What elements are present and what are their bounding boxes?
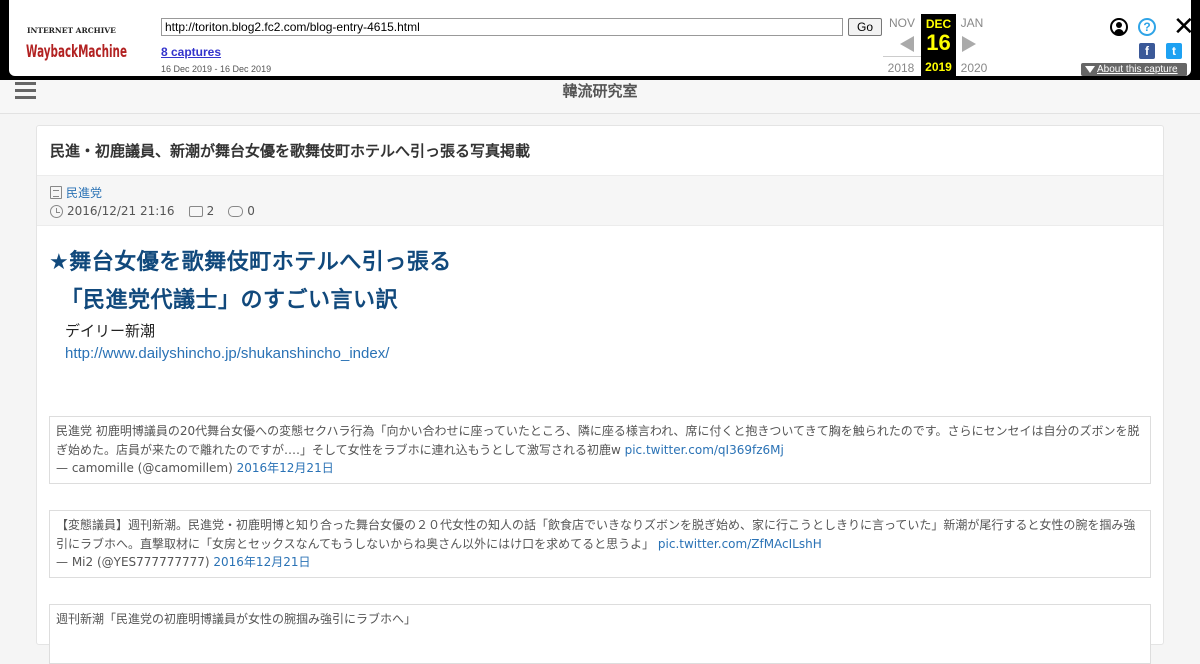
help-icon[interactable]: ? <box>1138 18 1156 36</box>
article: 民進・初鹿議員、新潮が舞台女優を歌舞伎町ホテルへ引っ張る写真掲載 民進党 201… <box>36 125 1164 664</box>
embedded-tweet: 民進党 初鹿明博議員の20代舞台女優への変態セクハラ行為「向かい合わせに座ってい… <box>49 416 1151 484</box>
wayback-url-input[interactable] <box>161 18 843 36</box>
wayback-toolbar-panel: INTERNET ARCHIVE WaybackMachine Go 8 cap… <box>9 0 1195 76</box>
meta-category-row: 民進党 <box>50 184 102 201</box>
comment-icon[interactable] <box>188 205 203 217</box>
embedded-tweet: 週刊新潮「民進党の初鹿明博議員が女性の腕掴み強引にラブホへ」 <box>49 604 1151 664</box>
site-title[interactable]: 韓流研究室 <box>0 80 1200 101</box>
next-capture-arrow-icon[interactable] <box>962 36 976 52</box>
tweet-pic-link[interactable]: pic.twitter.com/qI369fz6Mj <box>625 443 784 457</box>
close-icon[interactable]: ✕ <box>1173 14 1195 40</box>
meta-date-row: 2016/12/21 21:16 2 0 <box>50 204 255 218</box>
facebook-icon[interactable]: f <box>1139 43 1155 59</box>
current-year: 2019 <box>925 60 952 74</box>
subheadline: 「民進党代議士」のすごい言い訳 <box>49 288 399 313</box>
tweet-date-link[interactable]: 2016年12月21日 <box>237 461 334 475</box>
captures-link[interactable]: 8 captures <box>161 45 221 59</box>
prev-month-link[interactable]: NOV <box>882 16 922 30</box>
tweet-author: — camomille (@camomillem) <box>56 461 233 475</box>
twitter-icon[interactable]: t <box>1166 43 1182 59</box>
capture-range: 16 Dec 2019 - 16 Dec 2019 <box>161 64 272 74</box>
embedded-tweet: 【変態議員】週刊新潮。民進党・初鹿明博と知り合った舞台女優の２０代女性の知人の話… <box>49 510 1151 578</box>
user-icon[interactable] <box>1110 18 1128 36</box>
tweet-author: — Mi2 (@YES777777777) <box>56 555 210 569</box>
tweet-text: 民進党 初鹿明博議員の20代舞台女優への変態セクハラ行為「向かい合わせに座ってい… <box>56 424 1140 457</box>
article-meta: 民進党 2016/12/21 21:16 2 0 <box>37 175 1163 226</box>
source-name: デイリー新潮 <box>65 322 156 340</box>
post-date: 2016/12/21 21:16 <box>67 204 175 218</box>
tweet-pic-link[interactable]: pic.twitter.com/ZfMAcILshH <box>658 537 822 551</box>
current-month: DEC <box>925 17 952 31</box>
logo-top-text: INTERNET ARCHIVE <box>27 26 116 35</box>
current-day: 16 <box>926 30 951 55</box>
wayback-go-button[interactable]: Go <box>848 18 882 36</box>
trackback-icon[interactable] <box>228 205 244 217</box>
category-icon <box>50 186 62 199</box>
wayback-logo[interactable]: INTERNET ARCHIVE WaybackMachine <box>26 24 128 64</box>
logo-main-text: WaybackMachine <box>26 42 127 62</box>
prev-year-link[interactable]: 2018 <box>881 61 921 75</box>
category-link[interactable]: 民進党 <box>66 184 102 201</box>
next-month-link[interactable]: JAN <box>952 16 992 30</box>
wayback-toolbar: INTERNET ARCHIVE WaybackMachine Go 8 cap… <box>0 0 1200 80</box>
site-header: 韓流研究室 <box>0 80 1200 114</box>
tweet-date-link[interactable]: 2016年12月21日 <box>213 555 310 569</box>
divider <box>883 56 921 57</box>
source-link[interactable]: http://www.dailyshincho.jp/shukanshincho… <box>65 345 389 362</box>
tweet-text: 【変態議員】週刊新潮。民進党・初鹿明博と知り合った舞台女優の２０代女性の知人の話… <box>56 518 1136 551</box>
trackback-count[interactable]: 0 <box>247 204 255 218</box>
about-capture-button[interactable]: About this capture <box>1081 63 1187 76</box>
headline: ★舞台女優を歌舞伎町ホテルへ引っ張る <box>49 250 452 275</box>
comment-count[interactable]: 2 <box>207 204 215 218</box>
article-title[interactable]: 民進・初鹿議員、新潮が舞台女優を歌舞伎町ホテルへ引っ張る写真掲載 <box>50 140 530 161</box>
current-capture-date: DEC 16 2019 <box>921 14 956 76</box>
next-year-link[interactable]: 2020 <box>954 61 994 75</box>
clock-icon <box>50 204 63 218</box>
tweet-text: 週刊新潮「民進党の初鹿明博議員が女性の腕掴み強引にラブホへ」 <box>56 612 417 626</box>
prev-capture-arrow-icon[interactable] <box>900 36 914 52</box>
